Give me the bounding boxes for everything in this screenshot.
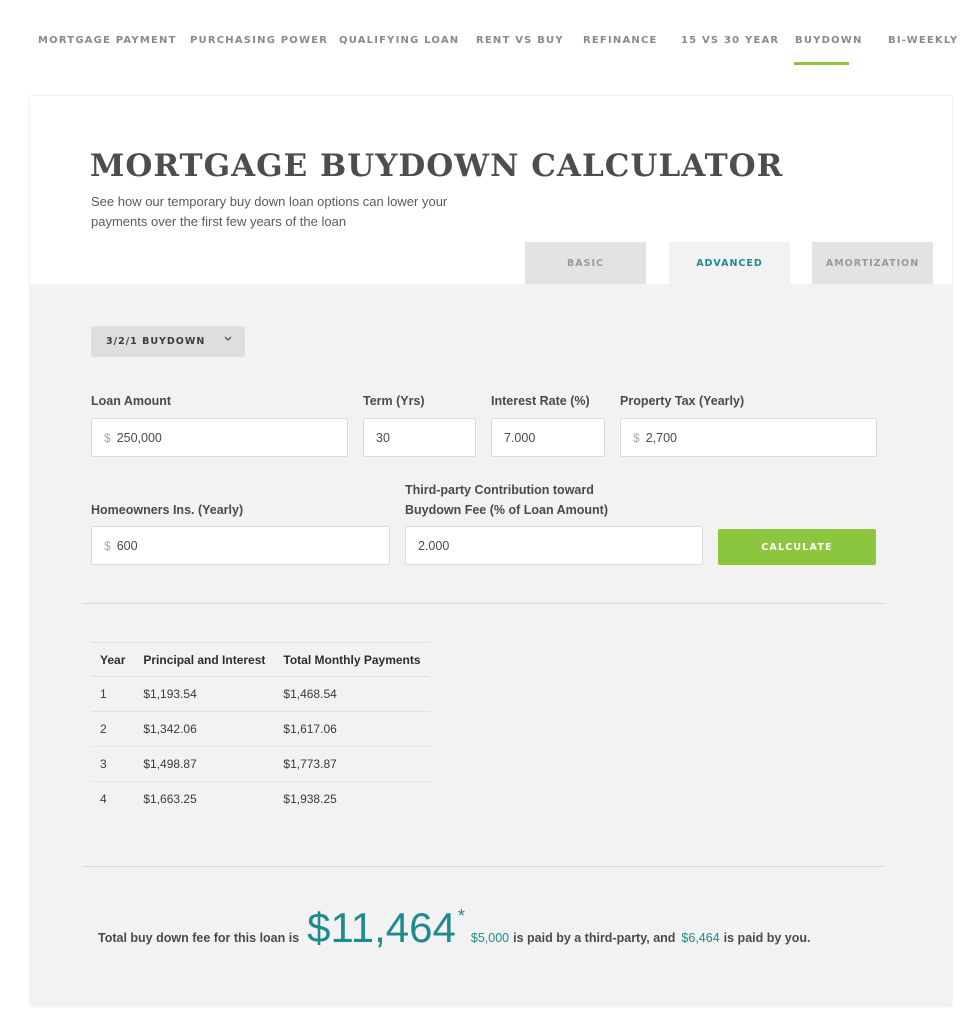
tab-basic[interactable]: BASIC — [525, 242, 646, 284]
chevron-down-icon — [223, 333, 233, 346]
homeowners-ins-field[interactable]: $ — [91, 526, 390, 565]
buydown-type-select[interactable]: 3/2/1 BUYDOWN — [91, 326, 245, 357]
calculator-nav: MORTGAGE PAYMENT PURCHASING POWER QUALIF… — [0, 0, 978, 80]
loan-amount-field[interactable]: $ — [91, 418, 348, 457]
loan-amount-input[interactable] — [116, 430, 347, 445]
footnote-asterisk: * — [457, 906, 465, 926]
nav-item-bi-weekly[interactable]: BI-WEEKLY — [888, 35, 958, 46]
cell-principal-interest: $1,193.54 — [134, 676, 275, 712]
contribution-field[interactable] — [405, 526, 703, 565]
property-tax-label: Property Tax (Yearly) — [620, 394, 745, 408]
dollar-prefix: $ — [104, 538, 111, 553]
cell-total-monthly: $1,773.87 — [274, 746, 431, 782]
third-party-amount: $5,000 — [470, 931, 510, 945]
table-header-row: Year Principal and Interest Total Monthl… — [91, 642, 431, 677]
column-header-principal-interest: Principal and Interest — [134, 642, 275, 677]
cell-principal-interest: $1,663.25 — [143, 792, 197, 807]
contribution-label-line1: Third-party Contribution toward — [405, 483, 594, 497]
page-title: MORTGAGE BUYDOWN CALCULATOR — [90, 148, 784, 184]
interest-rate-label: Interest Rate (%) — [491, 394, 590, 408]
dollar-prefix: $ — [104, 430, 111, 445]
results-table: Year Principal and Interest Total Monthl… — [91, 642, 431, 817]
borrower-amount: $6,464 — [681, 931, 720, 945]
term-field[interactable] — [363, 418, 476, 457]
cell-total-monthly: $1,617.06 — [274, 711, 431, 747]
contribution-input[interactable] — [418, 538, 702, 553]
buydown-fee-summary: Total buy down fee for this loan is $11,… — [98, 904, 810, 952]
homeowners-ins-input[interactable] — [116, 538, 389, 553]
column-header-year: Year — [91, 642, 135, 677]
summary-prefix-text: Total buy down fee for this loan is — [98, 931, 300, 945]
nav-item-purchasing-power[interactable]: PURCHASING POWER — [190, 35, 328, 46]
tab-advanced[interactable]: ADVANCED — [669, 242, 790, 284]
cell-year: 3 — [91, 746, 135, 782]
loan-amount-label: Loan Amount — [91, 394, 172, 408]
nav-item-mortgage-payment[interactable]: MORTGAGE PAYMENT — [38, 35, 177, 46]
cell-principal-interest: $1,498.87 — [134, 746, 275, 782]
term-label: Term (Yrs) — [363, 394, 425, 408]
contribution-label-line2: Buydown Fee (% of Loan Amount) — [405, 503, 608, 517]
cell-year: 2 — [91, 711, 135, 747]
nav-item-rent-vs-buy[interactable]: RENT VS BUY — [476, 35, 564, 46]
total-buydown-fee: $11,464 — [307, 904, 456, 951]
page-subtitle: See how our temporary buy down loan opti… — [91, 194, 448, 229]
nav-item-15-vs-30-year[interactable]: 15 VS 30 YEAR — [681, 35, 779, 46]
tab-amortization[interactable]: AMORTIZATION — [812, 242, 933, 284]
cell-year: 1 — [91, 676, 135, 712]
nav-item-buydown[interactable]: BUYDOWN — [795, 35, 863, 46]
summary-suffix-text: is paid by you. — [723, 931, 811, 945]
summary-middle-text: is paid by a third-party, and — [513, 931, 676, 945]
interest-rate-input[interactable] — [504, 430, 604, 445]
nav-item-qualifying-loan[interactable]: QUALIFYING LOAN — [339, 35, 459, 46]
interest-rate-field[interactable] — [491, 418, 605, 457]
table-row: 2 $1,342.06 $1,617.06 — [91, 711, 431, 747]
cell-total-monthly: $1,468.54 — [274, 676, 431, 712]
dollar-prefix: $ — [633, 430, 640, 445]
property-tax-input[interactable] — [645, 430, 876, 445]
divider — [83, 866, 884, 867]
nav-item-refinance[interactable]: REFINANCE — [583, 35, 658, 46]
table-row: 3 $1,498.87 $1,773.87 — [91, 746, 431, 782]
homeowners-ins-label: Homeowners Ins. (Yearly) — [91, 503, 244, 517]
table-row: 4 $1,663.25 $1,938.25 — [91, 782, 430, 817]
cell-principal-interest: $1,342.06 — [134, 711, 275, 747]
buydown-type-value: 3/2/1 BUYDOWN — [106, 336, 206, 347]
table-row: 1 $1,193.54 $1,468.54 — [91, 676, 431, 712]
calculator-card: MORTGAGE BUYDOWN CALCULATOR See how our … — [30, 96, 952, 1006]
cell-total-monthly: $1,938.25 — [283, 792, 337, 807]
card-header: MORTGAGE BUYDOWN CALCULATOR See how our … — [30, 96, 952, 284]
active-nav-underline — [794, 62, 849, 65]
calculate-button[interactable]: CALCULATE — [718, 529, 876, 565]
cell-year: 4 — [100, 792, 107, 807]
term-input[interactable] — [376, 430, 475, 445]
divider — [83, 603, 884, 604]
column-header-total-monthly: Total Monthly Payments — [274, 642, 431, 677]
property-tax-field[interactable]: $ — [620, 418, 877, 457]
